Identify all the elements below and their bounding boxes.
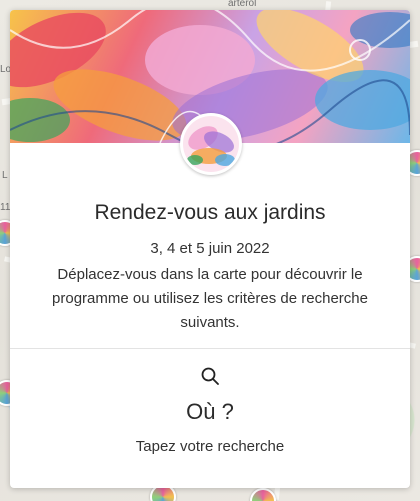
event-title: Rendez-vous aux jardins [94,201,326,224]
map-marker[interactable] [250,488,276,501]
divider [10,348,410,349]
search-input[interactable]: Tapez votre recherche [10,438,410,455]
event-dates: 3, 4 et 5 juin 2022 [150,240,270,257]
event-logo [180,113,242,175]
event-description: Déplacez-vous dans la carte pour découvr… [52,266,368,331]
location-heading: Où ? [186,399,234,424]
search-icon[interactable] [200,366,220,386]
map-label: arterol [228,0,257,9]
event-card: Rendez-vous aux jardins 3, 4 et 5 juin 2… [10,10,410,488]
map-label: L [2,170,8,181]
map-label: 11 [0,202,11,213]
